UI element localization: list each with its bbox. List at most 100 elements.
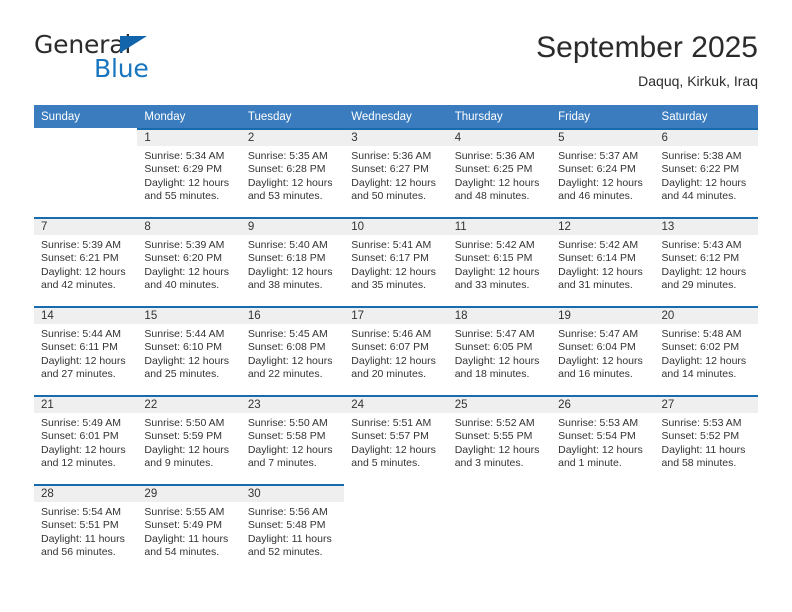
day-cell-details: Sunrise: 5:53 AM Sunset: 5:54 PM Daylight:… xyxy=(551,413,654,471)
day-number: 5 xyxy=(551,130,655,146)
calendar-day-cell[interactable]: 10 Sunrise: 5:41 AM Sunset: 6:17 PM Dayligh… xyxy=(344,217,448,306)
daylight-duration-line2: and 22 minutes. xyxy=(247,368,323,381)
sunset-time: Sunset: 5:48 PM xyxy=(247,519,326,532)
daylight-duration-line1: Daylight: 12 hours xyxy=(558,176,643,189)
calendar-day-cell[interactable]: 3 Sunrise: 5:36 AM Sunset: 6:27 PM Daylight… xyxy=(344,128,448,217)
sunrise-time: Sunrise: 5:40 AM xyxy=(247,239,328,251)
calendar-day-cell[interactable]: 4 Sunrise: 5:36 AM Sunset: 6:25 PM Daylight… xyxy=(447,128,552,217)
calendar-week-row: 1 Sunrise: 5:34 AM Sunset: 6:29 PM Daylight… xyxy=(34,128,758,217)
day-cell-details: Sunrise: 5:45 AM Sunset: 6:08 PM Daylight:… xyxy=(241,324,344,382)
daylight-duration-line2: and 18 minutes. xyxy=(454,368,530,381)
sunset-time: Sunset: 6:27 PM xyxy=(351,163,429,176)
calendar-day-cell[interactable]: 14 Sunrise: 5:44 AM Sunset: 6:11 PM Dayligh… xyxy=(34,306,138,395)
sunrise-time: Sunrise: 5:35 AM xyxy=(247,150,328,162)
daylight-duration-line2: and 33 minutes. xyxy=(454,279,530,292)
daylight-duration-line2: and 3 minutes. xyxy=(454,457,524,470)
calendar-day-cell[interactable]: 26 Sunrise: 5:53 AM Sunset: 5:54 PM Dayligh… xyxy=(551,395,655,484)
calendar-day-cell[interactable]: 7 Sunrise: 5:39 AM Sunset: 6:21 PM Daylight… xyxy=(34,217,138,306)
calendar-day-cell[interactable]: 17 Sunrise: 5:46 AM Sunset: 6:07 PM Dayligh… xyxy=(344,306,448,395)
calendar-day-cell[interactable]: 18 Sunrise: 5:47 AM Sunset: 6:05 PM Dayligh… xyxy=(447,306,552,395)
calendar-day-cell[interactable]: 16 Sunrise: 5:45 AM Sunset: 6:08 PM Dayligh… xyxy=(240,306,345,395)
calendar-day-cell[interactable]: 30 Sunrise: 5:56 AM Sunset: 5:48 PM Dayligh… xyxy=(240,484,345,573)
day-cell-details: Sunrise: 5:52 AM Sunset: 5:55 PM Daylight:… xyxy=(448,413,551,471)
day-cell-details: Sunrise: 5:36 AM Sunset: 6:27 PM Daylight:… xyxy=(344,146,447,204)
day-number: 15 xyxy=(137,308,241,324)
day-cell-details xyxy=(34,146,137,150)
calendar-day-cell[interactable]: 19 Sunrise: 5:47 AM Sunset: 6:04 PM Dayligh… xyxy=(551,306,655,395)
daylight-duration-line2: and 53 minutes. xyxy=(247,190,323,203)
weekday-header-saturday: Saturday xyxy=(654,105,758,128)
day-number xyxy=(655,486,758,502)
calendar-day-cell[interactable]: 21 Sunrise: 5:49 AM Sunset: 6:01 PM Dayligh… xyxy=(34,395,138,484)
day-cell-inner: 15 Sunrise: 5:44 AM Sunset: 6:10 PM Dayligh… xyxy=(137,306,241,395)
sunset-time: Sunset: 5:51 PM xyxy=(41,519,119,532)
sunset-time: Sunset: 6:05 PM xyxy=(454,341,533,354)
calendar-day-cell[interactable]: 9 Sunrise: 5:40 AM Sunset: 6:18 PM Daylight… xyxy=(240,217,345,306)
day-cell-details: Sunrise: 5:43 AM Sunset: 6:12 PM Daylight:… xyxy=(655,235,758,293)
day-cell-details: Sunrise: 5:42 AM Sunset: 6:14 PM Daylight:… xyxy=(551,235,654,293)
day-number: 19 xyxy=(551,308,655,324)
day-number: 10 xyxy=(344,219,448,235)
day-number: 8 xyxy=(137,219,241,235)
calendar-day-cell[interactable] xyxy=(551,484,655,573)
daylight-duration-line1: Daylight: 11 hours xyxy=(144,532,229,545)
calendar-week-row: 14 Sunrise: 5:44 AM Sunset: 6:11 PM Dayligh… xyxy=(34,306,758,395)
calendar-day-cell[interactable] xyxy=(34,128,138,217)
calendar-day-cell[interactable]: 23 Sunrise: 5:50 AM Sunset: 5:58 PM Dayligh… xyxy=(240,395,345,484)
calendar-day-cell[interactable]: 28 Sunrise: 5:54 AM Sunset: 5:51 PM Dayligh… xyxy=(34,484,138,573)
daylight-duration-line2: and 35 minutes. xyxy=(351,279,426,292)
calendar-day-cell[interactable]: 2 Sunrise: 5:35 AM Sunset: 6:28 PM Daylight… xyxy=(240,128,345,217)
sunrise-time: Sunrise: 5:44 AM xyxy=(144,328,225,340)
weekday-header-wednesday: Wednesday xyxy=(344,105,448,128)
calendar-day-cell[interactable]: 25 Sunrise: 5:52 AM Sunset: 5:55 PM Dayligh… xyxy=(447,395,552,484)
daylight-duration-line2: and 48 minutes. xyxy=(454,190,530,203)
calendar-day-cell[interactable]: 8 Sunrise: 5:39 AM Sunset: 6:20 PM Daylight… xyxy=(137,217,241,306)
day-cell-details: Sunrise: 5:47 AM Sunset: 6:05 PM Daylight:… xyxy=(448,324,551,382)
daylight-duration-line1: Daylight: 12 hours xyxy=(558,443,643,456)
daylight-duration-line1: Daylight: 12 hours xyxy=(41,443,126,456)
calendar-day-cell[interactable]: 12 Sunrise: 5:42 AM Sunset: 6:14 PM Dayligh… xyxy=(551,217,655,306)
calendar-day-cell[interactable]: 15 Sunrise: 5:44 AM Sunset: 6:10 PM Dayligh… xyxy=(137,306,241,395)
calendar-day-cell[interactable]: 11 Sunrise: 5:42 AM Sunset: 6:15 PM Dayligh… xyxy=(447,217,552,306)
calendar-day-cell[interactable] xyxy=(447,484,552,573)
sunset-time: Sunset: 6:29 PM xyxy=(144,163,223,176)
calendar-day-cell[interactable]: 29 Sunrise: 5:55 AM Sunset: 5:49 PM Dayligh… xyxy=(137,484,241,573)
daylight-duration-line2: and 29 minutes. xyxy=(661,279,737,292)
day-cell-details: Sunrise: 5:55 AM Sunset: 5:49 PM Daylight:… xyxy=(137,502,240,560)
sunset-time: Sunset: 5:58 PM xyxy=(247,430,326,443)
sunrise-time: Sunrise: 5:56 AM xyxy=(247,506,328,518)
calendar-day-cell[interactable]: 24 Sunrise: 5:51 AM Sunset: 5:57 PM Dayligh… xyxy=(344,395,448,484)
sunrise-time: Sunrise: 5:44 AM xyxy=(41,328,121,340)
sunrise-time: Sunrise: 5:37 AM xyxy=(558,150,639,162)
calendar-day-cell[interactable] xyxy=(654,484,758,573)
calendar-day-cell[interactable]: 27 Sunrise: 5:53 AM Sunset: 5:52 PM Dayligh… xyxy=(654,395,758,484)
day-number: 1 xyxy=(137,130,241,146)
day-cell-inner: 28 Sunrise: 5:54 AM Sunset: 5:51 PM Dayligh… xyxy=(34,484,138,573)
general-blue-logo[interactable]: General Blue xyxy=(34,30,204,90)
day-number: 6 xyxy=(654,130,758,146)
sunrise-time: Sunrise: 5:47 AM xyxy=(558,328,639,340)
daylight-duration-line1: Daylight: 11 hours xyxy=(41,532,125,545)
calendar-day-cell[interactable] xyxy=(344,484,448,573)
daylight-duration-line1: Daylight: 12 hours xyxy=(41,354,126,367)
daylight-duration-line1: Daylight: 12 hours xyxy=(144,354,230,367)
day-cell-inner: 6 Sunrise: 5:38 AM Sunset: 6:22 PM Daylight… xyxy=(654,128,758,217)
day-number: 18 xyxy=(447,308,552,324)
sunrise-time: Sunrise: 5:50 AM xyxy=(144,417,225,429)
sunrise-time: Sunrise: 5:49 AM xyxy=(41,417,121,429)
sunrise-time: Sunrise: 5:42 AM xyxy=(558,239,639,251)
day-cell-details: Sunrise: 5:44 AM Sunset: 6:11 PM Daylight:… xyxy=(34,324,137,382)
calendar-day-cell[interactable]: 5 Sunrise: 5:37 AM Sunset: 6:24 PM Daylight… xyxy=(551,128,655,217)
calendar-day-cell[interactable]: 20 Sunrise: 5:48 AM Sunset: 6:02 PM Dayligh… xyxy=(654,306,758,395)
day-cell-inner: 11 Sunrise: 5:42 AM Sunset: 6:15 PM Dayligh… xyxy=(447,217,552,306)
daylight-duration-line2: and 16 minutes. xyxy=(558,368,633,381)
calendar-day-cell[interactable]: 22 Sunrise: 5:50 AM Sunset: 5:59 PM Dayligh… xyxy=(137,395,241,484)
calendar-day-cell[interactable]: 6 Sunrise: 5:38 AM Sunset: 6:22 PM Daylight… xyxy=(654,128,758,217)
daylight-duration-line1: Daylight: 11 hours xyxy=(247,532,332,545)
daylight-duration-line1: Daylight: 12 hours xyxy=(144,176,230,189)
day-cell-details xyxy=(448,502,551,506)
calendar-day-cell[interactable]: 1 Sunrise: 5:34 AM Sunset: 6:29 PM Daylight… xyxy=(137,128,241,217)
day-number: 29 xyxy=(137,486,241,502)
day-cell-inner: 1 Sunrise: 5:34 AM Sunset: 6:29 PM Daylight… xyxy=(137,128,241,217)
calendar-day-cell[interactable]: 13 Sunrise: 5:43 AM Sunset: 6:12 PM Dayligh… xyxy=(654,217,758,306)
